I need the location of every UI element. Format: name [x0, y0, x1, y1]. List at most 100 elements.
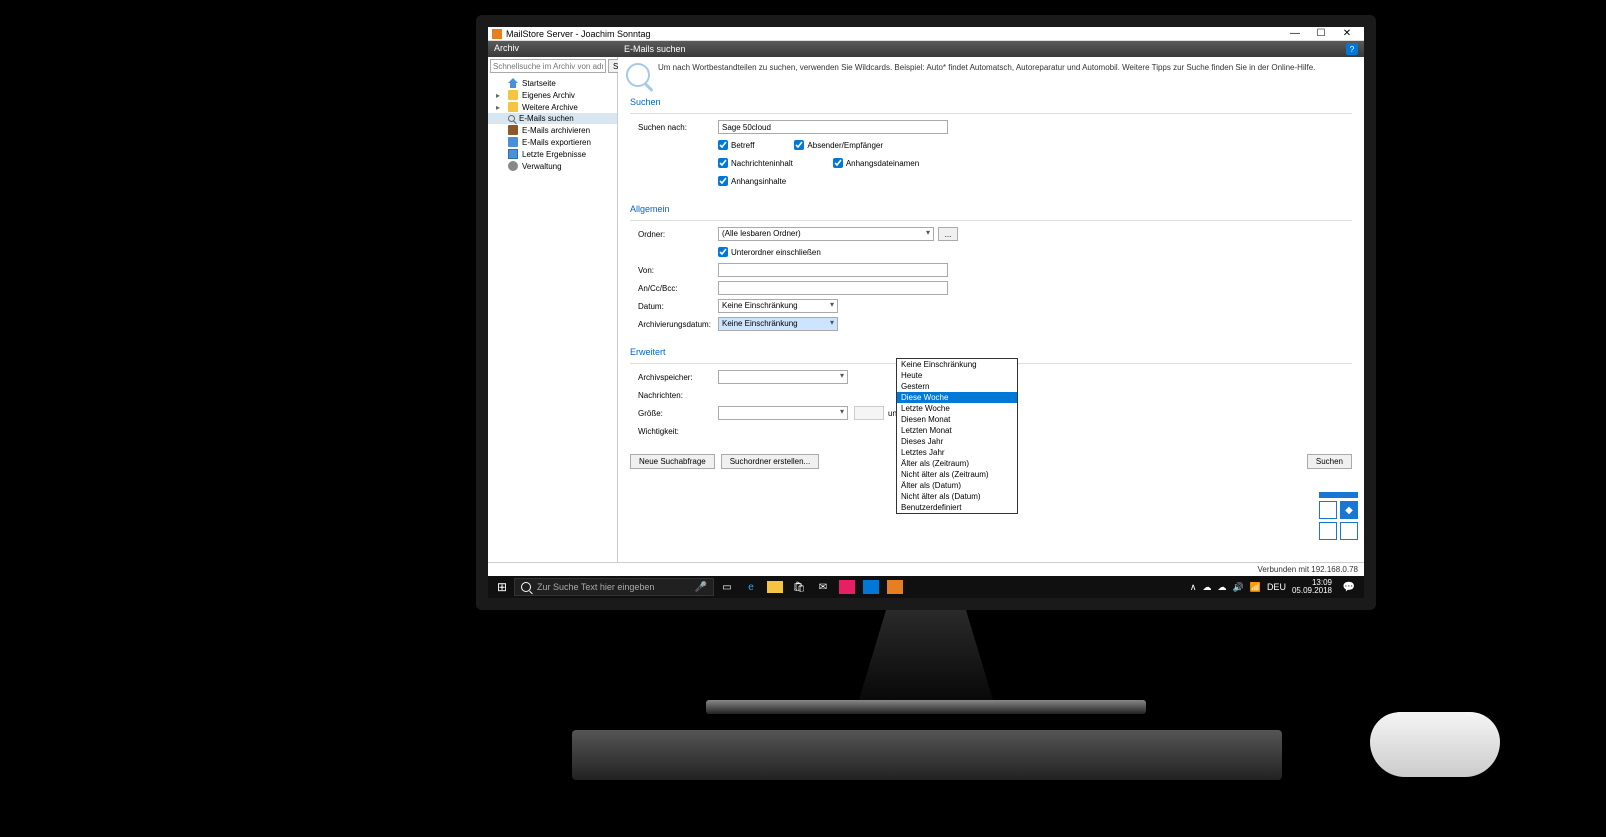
suchen-button[interactable]: Suchen: [1307, 454, 1352, 469]
sidebar-item-1[interactable]: ▸Eigenes Archiv: [488, 89, 617, 101]
close-button[interactable]: ✕: [1334, 27, 1360, 41]
archdat-select[interactable]: Keine Einschränkung: [718, 317, 838, 331]
dropdown-option[interactable]: Benutzerdefiniert: [897, 502, 1017, 513]
suchordner-erstellen-button[interactable]: Suchordner erstellen...: [721, 454, 820, 469]
task-view-icon[interactable]: ▭: [716, 578, 738, 596]
tile-2[interactable]: [1340, 501, 1358, 519]
sidebar-item-0[interactable]: Startseite: [488, 77, 617, 89]
tray-chevron-icon[interactable]: ∧: [1190, 582, 1197, 593]
mic-icon[interactable]: 🎤: [695, 582, 707, 593]
sidebar-item-2[interactable]: ▸Weitere Archive: [488, 101, 617, 113]
edge-icon[interactable]: e: [740, 578, 762, 596]
tile-4[interactable]: [1340, 522, 1358, 540]
start-button[interactable]: ⊞: [492, 578, 512, 596]
dropdown-option[interactable]: Keine Einschränkung: [897, 359, 1017, 370]
size-from-input[interactable]: [854, 406, 884, 420]
dropdown-option[interactable]: Diese Woche: [897, 392, 1017, 403]
mailstore-icon[interactable]: [887, 580, 903, 594]
main-panel: Um nach Wortbestandteilen zu suchen, ver…: [618, 57, 1364, 562]
taskbar-search[interactable]: Zur Suche Text hier eingeben 🎤: [514, 578, 714, 596]
sidebar-item-label: Weitere Archive: [522, 103, 578, 112]
datum-select[interactable]: Keine Einschränkung: [718, 299, 838, 313]
dropdown-option[interactable]: Dieses Jahr: [897, 436, 1017, 447]
an-input[interactable]: [718, 281, 948, 295]
mouse: [1370, 712, 1500, 777]
keyboard: [572, 730, 1282, 780]
app-icon: [492, 29, 502, 39]
dropdown-option[interactable]: Letztes Jahr: [897, 447, 1017, 458]
system-tray[interactable]: ∧ ☁ ☁ 🔊 📶 DEU: [1190, 582, 1286, 593]
check-anhangsinhalte[interactable]: Anhangsinhalte: [718, 176, 786, 186]
sidebar-item-label: Startseite: [522, 79, 556, 88]
app-icon-1[interactable]: [839, 580, 855, 594]
window-titlebar: MailStore Server - Joachim Sonntag — ☐ ✕: [488, 27, 1364, 41]
sidebar-item-3[interactable]: E-Mails suchen: [488, 113, 617, 124]
sidebar-item-4[interactable]: E-Mails archivieren: [488, 124, 617, 136]
tile-3[interactable]: [1319, 522, 1337, 540]
sidebar-item-label: E-Mails archivieren: [522, 126, 590, 135]
maximize-button[interactable]: ☐: [1308, 27, 1334, 41]
label-datum: Datum:: [630, 302, 718, 311]
groesse-select[interactable]: [718, 406, 848, 420]
von-input[interactable]: [718, 263, 948, 277]
section-title-allgemein: Allgemein: [630, 204, 1352, 214]
check-unterordner[interactable]: Unterordner einschließen: [718, 247, 821, 257]
check-betreff[interactable]: Betreff: [718, 140, 754, 150]
store-icon[interactable]: 🛍: [788, 578, 810, 596]
lang-indicator[interactable]: DEU: [1267, 582, 1286, 592]
search-icon: [508, 115, 515, 122]
sidebar: Suchen Startseite▸Eigenes Archiv▸Weitere…: [488, 57, 618, 562]
label-groesse: Größe:: [630, 409, 718, 418]
dropdown-option[interactable]: Nicht älter als (Datum): [897, 491, 1017, 502]
quicksearch-input[interactable]: [490, 59, 606, 73]
sidebar-item-7[interactable]: Verwaltung: [488, 160, 617, 172]
panel-header-archiv: Archiv: [488, 41, 618, 57]
search-term-input[interactable]: [718, 120, 948, 134]
folder-browse-button[interactable]: ...: [938, 227, 958, 241]
sidebar-item-label: E-Mails suchen: [519, 114, 574, 123]
sidebar-item-label: Letzte Ergebnisse: [522, 150, 586, 159]
section-title-suchen: Suchen: [630, 97, 1352, 107]
explorer-icon[interactable]: [767, 581, 783, 593]
help-icon[interactable]: ?: [1346, 43, 1358, 55]
notifications-icon[interactable]: 💬: [1338, 578, 1360, 596]
wifi-icon[interactable]: 📶: [1250, 582, 1261, 593]
panel-header-main: E-Mails suchen ?: [618, 41, 1364, 57]
onedrive-icon[interactable]: ☁: [1203, 582, 1212, 593]
dropdown-option[interactable]: Diesen Monat: [897, 414, 1017, 425]
tile-1[interactable]: [1319, 501, 1337, 519]
dropdown-option[interactable]: Älter als (Datum): [897, 480, 1017, 491]
dropdown-option[interactable]: Letzten Monat: [897, 425, 1017, 436]
results-icon: [508, 149, 518, 159]
dropdown-option[interactable]: Heute: [897, 370, 1017, 381]
volume-icon[interactable]: 🔊: [1233, 582, 1244, 593]
check-nachrichteninhalt[interactable]: Nachrichteninhalt: [718, 158, 793, 168]
sidebar-item-label: Verwaltung: [522, 162, 562, 171]
archspeicher-select[interactable]: [718, 370, 848, 384]
home-icon: [508, 78, 518, 88]
label-archdat: Archivierungsdatum:: [630, 320, 718, 329]
dropdown-option[interactable]: Älter als (Zeitraum): [897, 458, 1017, 469]
sidebar-item-label: E-Mails exportieren: [522, 138, 591, 147]
network-icon[interactable]: ☁: [1218, 582, 1227, 593]
clock[interactable]: 13:09 05.09.2018: [1292, 579, 1332, 595]
check-anhangsdateinamen[interactable]: Anhangsdateinamen: [833, 158, 919, 168]
hint-text: Um nach Wortbestandteilen zu suchen, ver…: [658, 63, 1315, 73]
dropdown-option[interactable]: Letzte Woche: [897, 403, 1017, 414]
outlook-icon[interactable]: [863, 580, 879, 594]
tiles-bar: [1319, 492, 1358, 498]
view-tiles: [1319, 492, 1358, 540]
minimize-button[interactable]: —: [1282, 27, 1308, 41]
sidebar-item-5[interactable]: E-Mails exportieren: [488, 136, 617, 148]
search-icon: [521, 582, 531, 592]
label-von: Von:: [630, 266, 718, 275]
sidebar-item-6[interactable]: Letzte Ergebnisse: [488, 148, 617, 160]
dropdown-option[interactable]: Gestern: [897, 381, 1017, 392]
dropdown-option[interactable]: Nicht älter als (Zeitraum): [897, 469, 1017, 480]
archdat-dropdown[interactable]: Keine EinschränkungHeuteGesternDiese Woc…: [896, 358, 1018, 514]
mail-icon[interactable]: ✉: [812, 578, 834, 596]
check-absender[interactable]: Absender/Empfänger: [794, 140, 883, 150]
folder-select[interactable]: (Alle lesbaren Ordner): [718, 227, 934, 241]
label-suchen-nach: Suchen nach:: [630, 123, 718, 132]
neue-suchabfrage-button[interactable]: Neue Suchabfrage: [630, 454, 715, 469]
